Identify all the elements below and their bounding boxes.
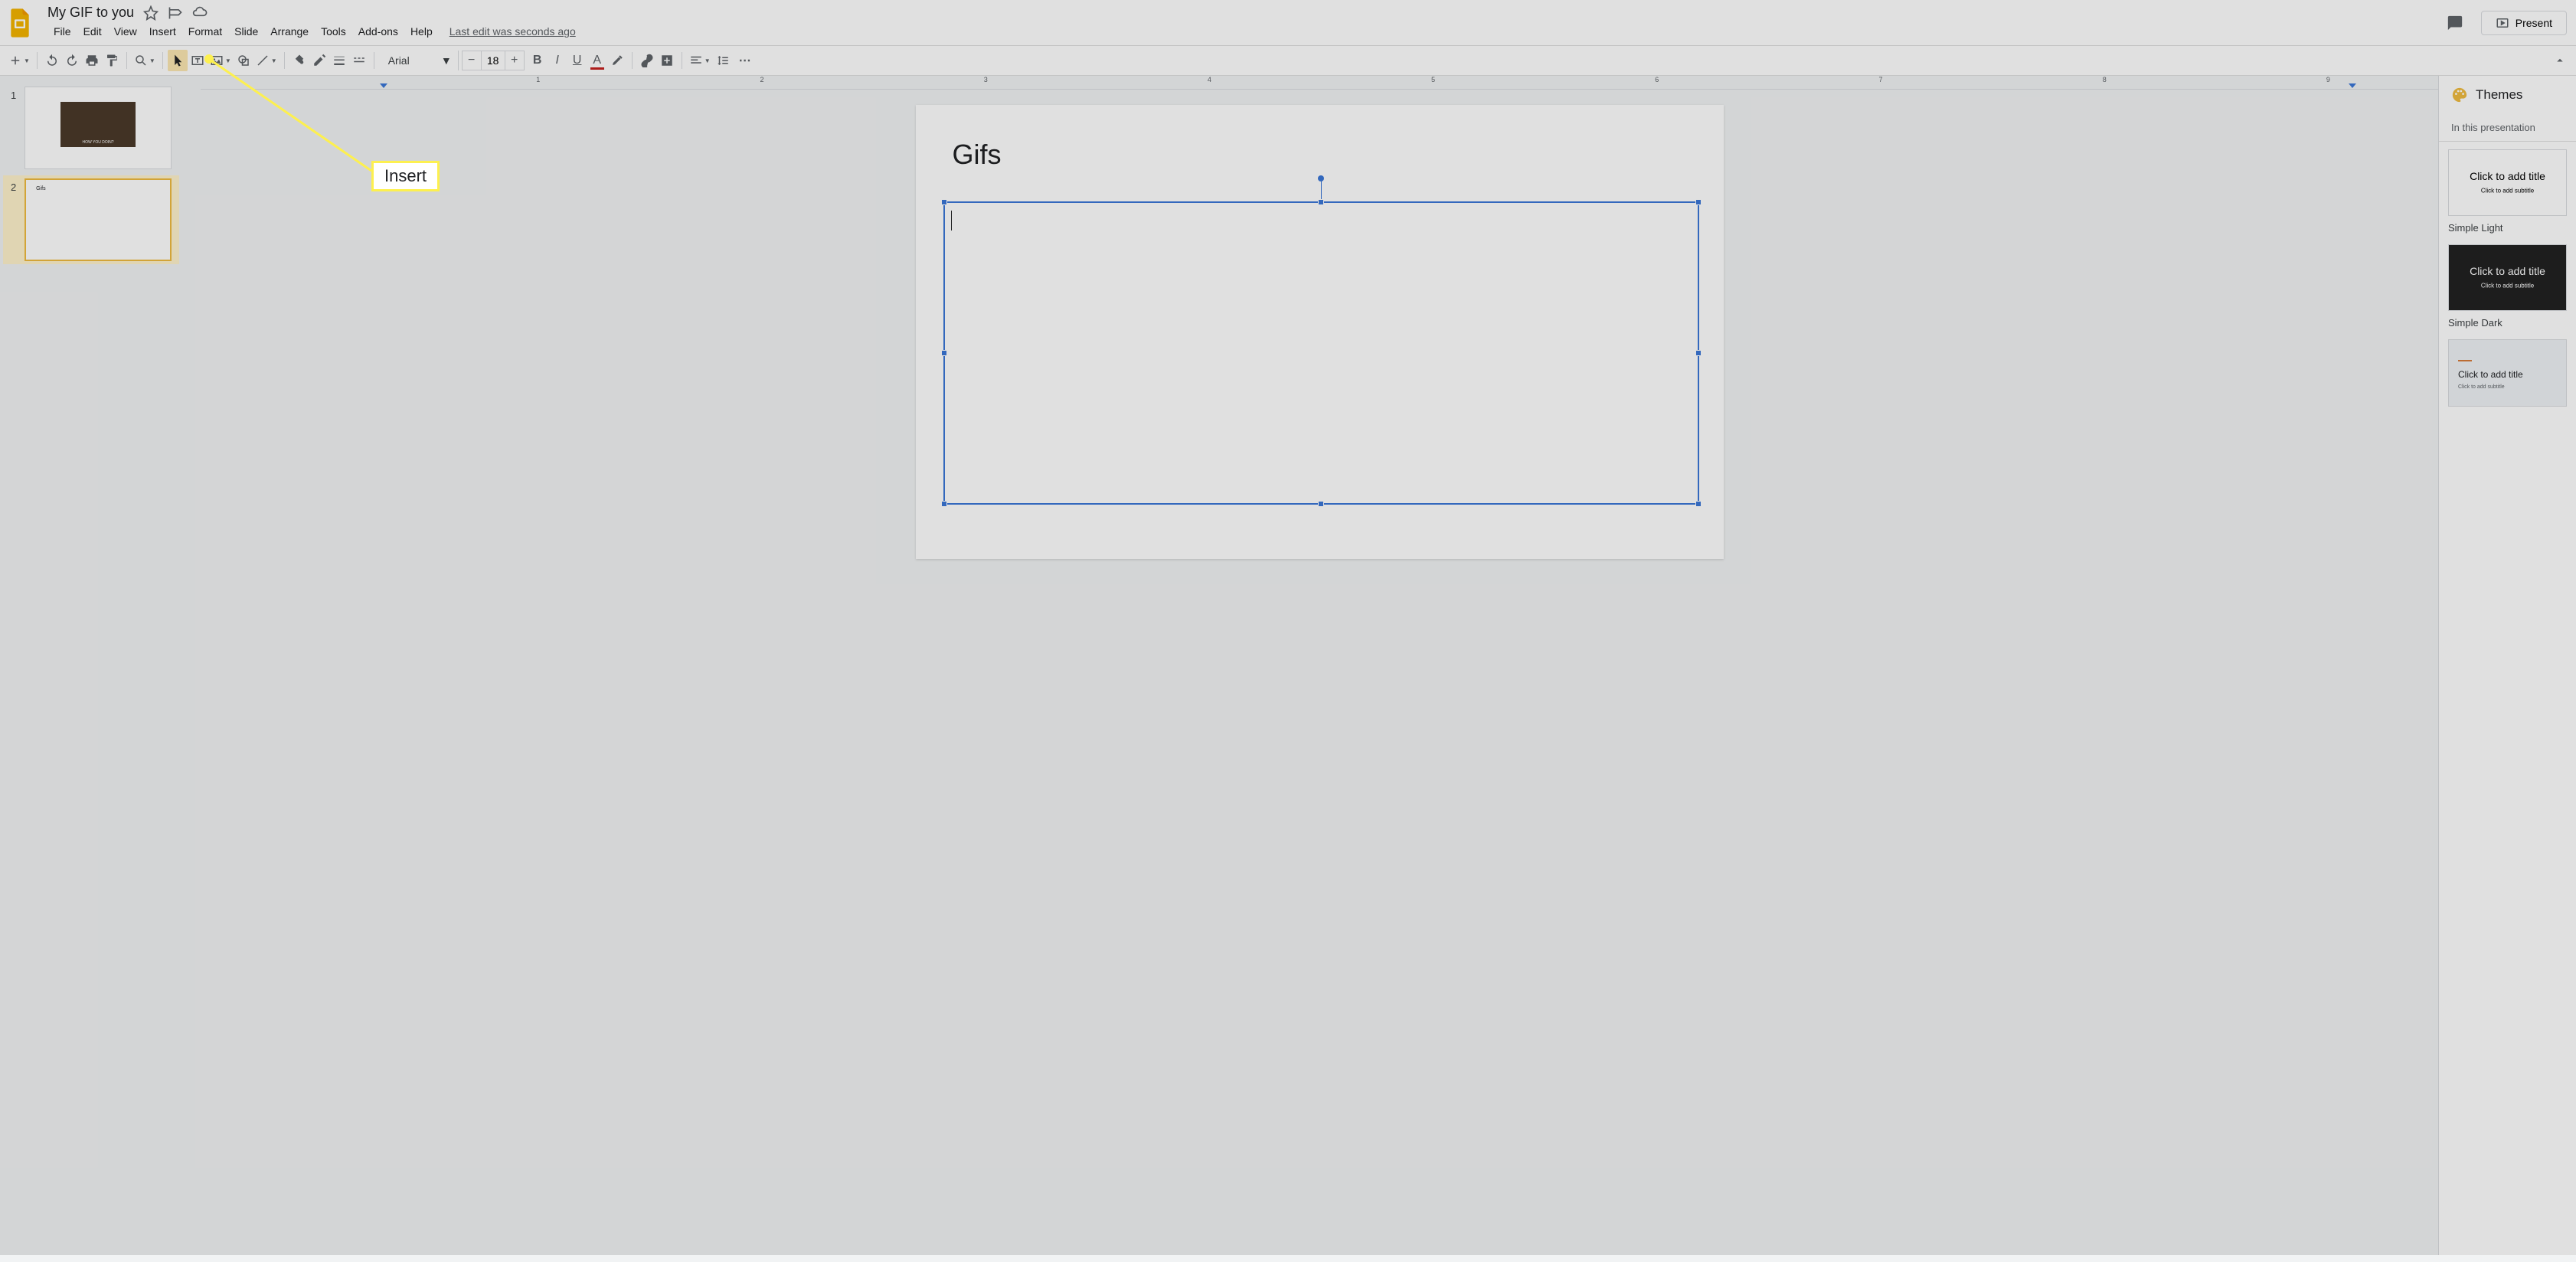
themes-panel: Themes In this presentation Click to add… [2438, 76, 2576, 1255]
redo-button[interactable] [62, 50, 82, 71]
comments-button[interactable] [2441, 9, 2469, 37]
present-label: Present [2516, 17, 2552, 29]
menu-slide[interactable]: Slide [228, 22, 264, 41]
menu-bar: File Edit View Insert Format Slide Arran… [47, 22, 2441, 41]
theme-card-simple-dark[interactable]: Click to add title Click to add subtitle [2448, 244, 2567, 311]
toolbar: ▼ ▼ ▼ ▼ Arial▼ − 18 + B I U A ▼ ⋯ [0, 45, 2576, 76]
resize-handle-ml[interactable] [941, 350, 947, 356]
comment-button[interactable] [657, 50, 677, 71]
line-spacing-button[interactable] [713, 50, 733, 71]
rotation-handle[interactable] [1318, 175, 1324, 181]
highlight-button[interactable] [607, 50, 627, 71]
zoom-button[interactable]: ▼ [132, 50, 158, 71]
italic-button[interactable]: I [548, 50, 567, 71]
slides-logo[interactable] [9, 9, 37, 37]
resize-handle-tl[interactable] [941, 199, 947, 205]
font-name: Arial [388, 54, 410, 67]
thumbnail-image: HOW YOU DOIN? [60, 102, 136, 147]
font-size-decrease[interactable]: − [463, 54, 481, 67]
themes-title: Themes [2476, 87, 2522, 103]
menu-tools[interactable]: Tools [315, 22, 352, 41]
menu-file[interactable]: File [47, 22, 77, 41]
slide-filmstrip[interactable]: 1 HOW YOU DOIN? 2 Gifs [0, 76, 182, 1255]
text-color-button[interactable]: A [587, 50, 607, 71]
theme-card-streamline[interactable]: Click to add title Click to add subtitle [2448, 339, 2567, 406]
themes-header: Themes [2439, 76, 2576, 114]
link-button[interactable] [637, 50, 657, 71]
print-button[interactable] [82, 50, 102, 71]
doc-title[interactable]: My GIF to you [47, 5, 134, 21]
menu-arrange[interactable]: Arrange [264, 22, 315, 41]
menu-help[interactable]: Help [404, 22, 439, 41]
new-slide-button[interactable]: ▼ [6, 50, 32, 71]
menu-edit[interactable]: Edit [77, 22, 108, 41]
rotation-handle-line [1321, 180, 1322, 199]
star-icon[interactable] [143, 5, 159, 21]
canvas-viewport[interactable]: Gifs [182, 90, 2438, 1255]
align-button[interactable]: ▼ [687, 50, 713, 71]
selected-textbox[interactable] [943, 201, 1699, 505]
main-area: 1 HOW YOU DOIN? 2 Gifs 1 2 3 4 5 6 7 8 9 [0, 76, 2576, 1255]
slide-thumbnail-1[interactable]: 1 HOW YOU DOIN? [3, 83, 179, 172]
paint-format-button[interactable] [102, 50, 122, 71]
theme-card-simple-light[interactable]: Click to add title Click to add subtitle [2448, 149, 2567, 216]
thumbnail-preview[interactable]: HOW YOU DOIN? [25, 87, 172, 169]
border-dash-button[interactable] [349, 50, 369, 71]
theme-list[interactable]: Click to add title Click to add subtitle… [2439, 142, 2576, 414]
present-button[interactable]: Present [2481, 11, 2567, 35]
shape-tool[interactable] [234, 50, 253, 71]
fill-color-button[interactable] [289, 50, 309, 71]
line-tool[interactable]: ▼ [253, 50, 280, 71]
collapse-toolbar-button[interactable] [2550, 50, 2570, 71]
canvas-area: 1 2 3 4 5 6 7 8 9 1 2 3 Gifs [182, 76, 2438, 1255]
slide-title-text[interactable]: Gifs [953, 139, 1002, 171]
annotation-callout: Insert [371, 161, 440, 191]
ruler-indent-marker[interactable] [380, 83, 387, 88]
horizontal-ruler[interactable]: 1 2 3 4 5 6 7 8 9 [201, 76, 2438, 90]
font-size-value[interactable]: 18 [481, 51, 505, 70]
menu-insert[interactable]: Insert [143, 22, 182, 41]
resize-handle-tr[interactable] [1695, 199, 1702, 205]
slide-canvas[interactable]: Gifs [916, 105, 1724, 559]
underline-button[interactable]: U [567, 50, 587, 71]
last-edit-link[interactable]: Last edit was seconds ago [449, 25, 576, 38]
themes-subtitle: In this presentation [2439, 114, 2576, 142]
bold-button[interactable]: B [528, 50, 548, 71]
slide-thumbnail-2[interactable]: 2 Gifs [3, 175, 179, 264]
more-button[interactable]: ⋯ [736, 50, 756, 71]
app-header: My GIF to you File Edit View Insert Form… [0, 0, 2576, 45]
menu-addons[interactable]: Add-ons [352, 22, 404, 41]
menu-view[interactable]: View [108, 22, 143, 41]
select-tool[interactable] [168, 50, 188, 71]
menu-format[interactable]: Format [182, 22, 228, 41]
title-area: My GIF to you File Edit View Insert Form… [47, 5, 2441, 41]
undo-button[interactable] [42, 50, 62, 71]
theme-name: Simple Light [2448, 222, 2567, 234]
border-color-button[interactable] [309, 50, 329, 71]
ruler-right-marker[interactable] [2349, 83, 2356, 88]
resize-handle-bl[interactable] [941, 501, 947, 507]
cloud-icon[interactable] [192, 5, 208, 21]
font-size-increase[interactable]: + [505, 54, 524, 67]
annotation-origin-dot [204, 54, 214, 64]
thumbnail-preview[interactable]: Gifs [25, 178, 172, 261]
border-weight-button[interactable] [329, 50, 349, 71]
annotation-label: Insert [384, 166, 427, 185]
font-select[interactable]: Arial▼ [382, 51, 459, 70]
resize-handle-br[interactable] [1695, 501, 1702, 507]
text-cursor [951, 211, 952, 230]
resize-handle-bm[interactable] [1318, 501, 1324, 507]
font-size-control: − 18 + [462, 51, 525, 70]
resize-handle-tm[interactable] [1318, 199, 1324, 205]
theme-name: Simple Dark [2448, 317, 2567, 329]
move-icon[interactable] [168, 5, 183, 21]
resize-handle-mr[interactable] [1695, 350, 1702, 356]
palette-icon [2451, 87, 2468, 103]
